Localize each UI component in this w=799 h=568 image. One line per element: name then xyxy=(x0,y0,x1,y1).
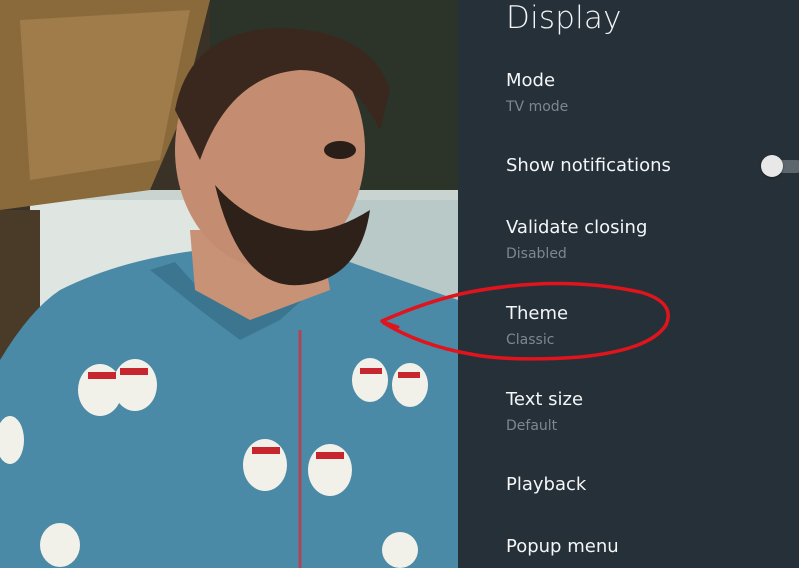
video-frame xyxy=(0,0,458,568)
setting-playback[interactable]: Playback xyxy=(506,474,799,496)
setting-theme-label: Theme xyxy=(506,303,569,324)
setting-validate-closing-value: Disabled xyxy=(506,246,567,262)
setting-mode-label: Mode xyxy=(506,70,556,91)
setting-validate-closing-label: Validate closing xyxy=(506,217,648,238)
toggle-thumb xyxy=(761,155,783,177)
setting-text-size[interactable]: Text size Default xyxy=(506,389,799,435)
setting-show-notifications-label: Show notifications xyxy=(506,155,671,176)
setting-validate-closing[interactable]: Validate closing Disabled xyxy=(506,217,799,263)
setting-theme[interactable]: Theme Classic xyxy=(506,303,799,349)
setting-text-size-label: Text size xyxy=(506,389,584,410)
video-frame-image xyxy=(0,0,458,568)
setting-text-size-value: Default xyxy=(506,418,558,434)
setting-mode[interactable]: Mode TV mode xyxy=(506,70,799,116)
settings-panel: Display Mode TV mode Show notifications … xyxy=(458,0,799,568)
setting-popup-menu-label: Popup menu xyxy=(506,536,619,557)
panel-title: Display xyxy=(506,0,622,36)
setting-show-notifications[interactable]: Show notifications xyxy=(506,155,799,177)
setting-playback-label: Playback xyxy=(506,474,587,495)
toggle-switch-icon[interactable] xyxy=(761,155,799,177)
setting-theme-value: Classic xyxy=(506,332,555,348)
setting-popup-menu[interactable]: Popup menu xyxy=(506,536,799,558)
setting-mode-value: TV mode xyxy=(506,99,569,115)
